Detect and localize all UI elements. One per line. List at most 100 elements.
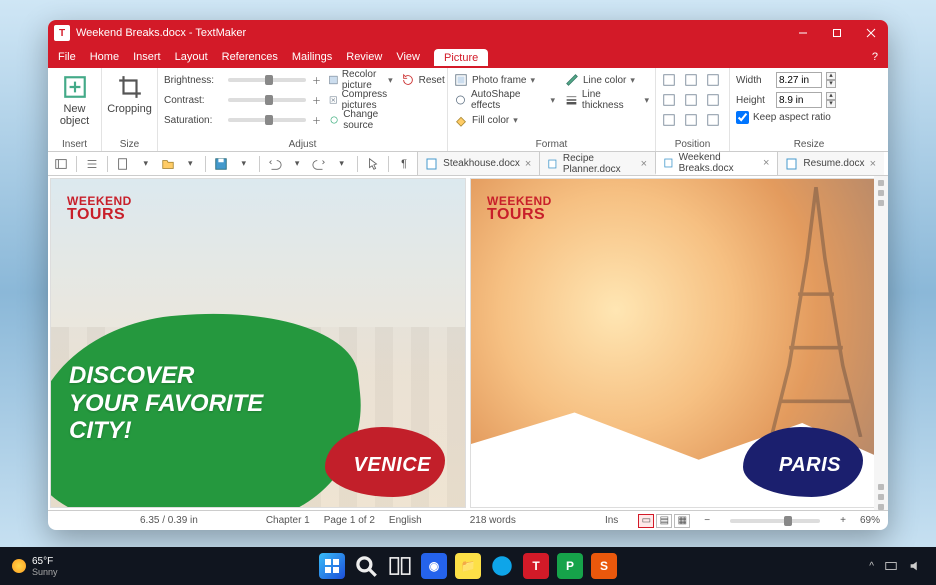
dropdown-icon[interactable]: ▾ (288, 154, 306, 174)
status-chapter: Chapter 1 (266, 515, 310, 526)
zoom-in-button[interactable]: + (840, 515, 846, 526)
photo-frame-button[interactable]: Photo frame▾ (454, 71, 555, 89)
volume-icon[interactable] (908, 559, 922, 573)
saturation-slider[interactable] (228, 118, 306, 122)
menu-file[interactable]: File (58, 49, 76, 65)
network-icon[interactable] (884, 559, 898, 573)
undo-button[interactable] (266, 154, 284, 174)
menu-references[interactable]: References (222, 49, 278, 65)
dropdown-icon[interactable]: ▾ (235, 154, 253, 174)
position-btn[interactable] (662, 111, 682, 129)
menu-review[interactable]: Review (346, 49, 382, 65)
reset-button[interactable]: Reset (401, 71, 445, 89)
doc-tab-label: Recipe Planner.docx (563, 153, 636, 175)
pilcrow-button[interactable]: ¶ (395, 154, 413, 174)
file-explorer-button[interactable]: 📁 (455, 553, 481, 579)
position-btn[interactable] (684, 71, 704, 89)
menu-view[interactable]: View (396, 49, 420, 65)
tab-close-button[interactable]: × (641, 158, 647, 170)
menu-layout[interactable]: Layout (175, 49, 208, 65)
position-btn[interactable] (684, 111, 704, 129)
textmaker-taskbar[interactable]: T (523, 553, 549, 579)
doc-tab[interactable]: Resume.docx × (777, 152, 884, 175)
vertical-scrollbar[interactable] (874, 176, 888, 510)
page-2[interactable]: WEEKEND TOURS PARIS (470, 178, 886, 508)
position-btn[interactable] (662, 91, 682, 109)
start-button[interactable] (319, 553, 345, 579)
doc-tab[interactable]: Steakhouse.docx × (417, 152, 539, 175)
save-button[interactable] (212, 154, 230, 174)
new-object-button[interactable]: New object (54, 71, 95, 130)
new-object-icon (62, 74, 88, 100)
dropdown-icon[interactable]: ▾ (333, 154, 351, 174)
view-mode-button[interactable]: ▦ (674, 514, 690, 528)
cropping-button[interactable]: Cropping (108, 71, 151, 118)
brightness-slider[interactable] (228, 78, 306, 82)
width-input[interactable] (776, 72, 822, 88)
zoom-slider[interactable] (730, 519, 820, 523)
change-source-button[interactable]: Change source (329, 111, 393, 129)
maximize-button[interactable] (820, 20, 854, 46)
view-mode-button[interactable]: ▤ (656, 514, 672, 528)
dropdown-icon[interactable]: ▾ (137, 154, 155, 174)
doc-tab[interactable]: Recipe Planner.docx × (539, 152, 655, 175)
ribbon-group-adjust: Brightness:＋ Contrast:＋ Saturation:＋ Rec… (158, 68, 448, 151)
minimize-button[interactable] (786, 20, 820, 46)
dropdown-icon[interactable]: ▾ (181, 154, 199, 174)
plus-icon[interactable]: ＋ (312, 74, 321, 87)
position-btn[interactable] (684, 91, 704, 109)
position-btn[interactable] (662, 71, 682, 89)
pointer-button[interactable] (364, 154, 382, 174)
edge-button[interactable] (489, 553, 515, 579)
search-button[interactable] (353, 553, 379, 579)
tab-close-button[interactable]: × (525, 158, 531, 170)
compress-button[interactable]: Compress pictures (329, 91, 393, 109)
close-button[interactable] (854, 20, 888, 46)
status-language[interactable]: English (389, 515, 422, 526)
spin-up[interactable]: ▴ (826, 72, 836, 80)
recolor-button[interactable]: Recolor picture▾ (329, 71, 393, 89)
task-view-button[interactable] (387, 553, 413, 579)
autoshape-button[interactable]: AutoShape effects▾ (454, 91, 555, 109)
doc-tab-active[interactable]: Weekend Breaks.docx × (655, 152, 777, 175)
zoom-level[interactable]: 69% (860, 515, 880, 526)
view-mode-button[interactable]: ▭ (638, 514, 654, 528)
keep-aspect-checkbox[interactable]: Keep aspect ratio (736, 111, 882, 124)
menu-mailings[interactable]: Mailings (292, 49, 332, 65)
menu-home[interactable]: Home (90, 49, 119, 65)
redo-button[interactable] (310, 154, 328, 174)
position-btn[interactable] (706, 111, 726, 129)
spin-up[interactable]: ▴ (826, 92, 836, 100)
menu-insert[interactable]: Insert (133, 49, 161, 65)
plus-icon[interactable]: ＋ (312, 94, 321, 107)
tab-close-button[interactable]: × (870, 158, 876, 170)
help-button[interactable]: ? (872, 49, 878, 65)
status-insert-mode[interactable]: Ins (605, 515, 618, 526)
contrast-slider[interactable] (228, 98, 306, 102)
align-button[interactable] (83, 154, 101, 174)
toggle-sidebar-button[interactable] (52, 154, 70, 174)
line-thickness-button[interactable]: Line thickness▾ (565, 91, 649, 109)
planmaker-taskbar[interactable]: P (557, 553, 583, 579)
open-button[interactable] (159, 154, 177, 174)
presentations-taskbar[interactable]: S (591, 553, 617, 579)
spin-down[interactable]: ▾ (826, 80, 836, 88)
compress-icon (329, 93, 338, 107)
tray-expand-button[interactable]: ^ (869, 561, 874, 572)
position-btn[interactable] (706, 91, 726, 109)
menu-picture[interactable]: Picture (434, 49, 488, 66)
spin-down[interactable]: ▾ (826, 100, 836, 108)
fill-color-button[interactable]: Fill color▾ (454, 111, 555, 129)
taskbar-weather[interactable]: 65°F Sunny (0, 556, 58, 577)
status-page: Page 1 of 2 (324, 515, 375, 526)
tab-close-button[interactable]: × (763, 157, 769, 169)
new-doc-button[interactable] (114, 154, 132, 174)
height-input[interactable] (776, 92, 822, 108)
doc-icon (548, 158, 558, 170)
plus-icon[interactable]: ＋ (312, 114, 321, 127)
taskbar-app[interactable]: ◉ (421, 553, 447, 579)
zoom-out-button[interactable]: − (704, 515, 710, 526)
position-btn[interactable] (706, 71, 726, 89)
line-color-button[interactable]: Line color▾ (565, 71, 649, 89)
page-1[interactable]: WEEKEND TOURS DISCOVERYOUR FAVORITECITY!… (50, 178, 466, 508)
